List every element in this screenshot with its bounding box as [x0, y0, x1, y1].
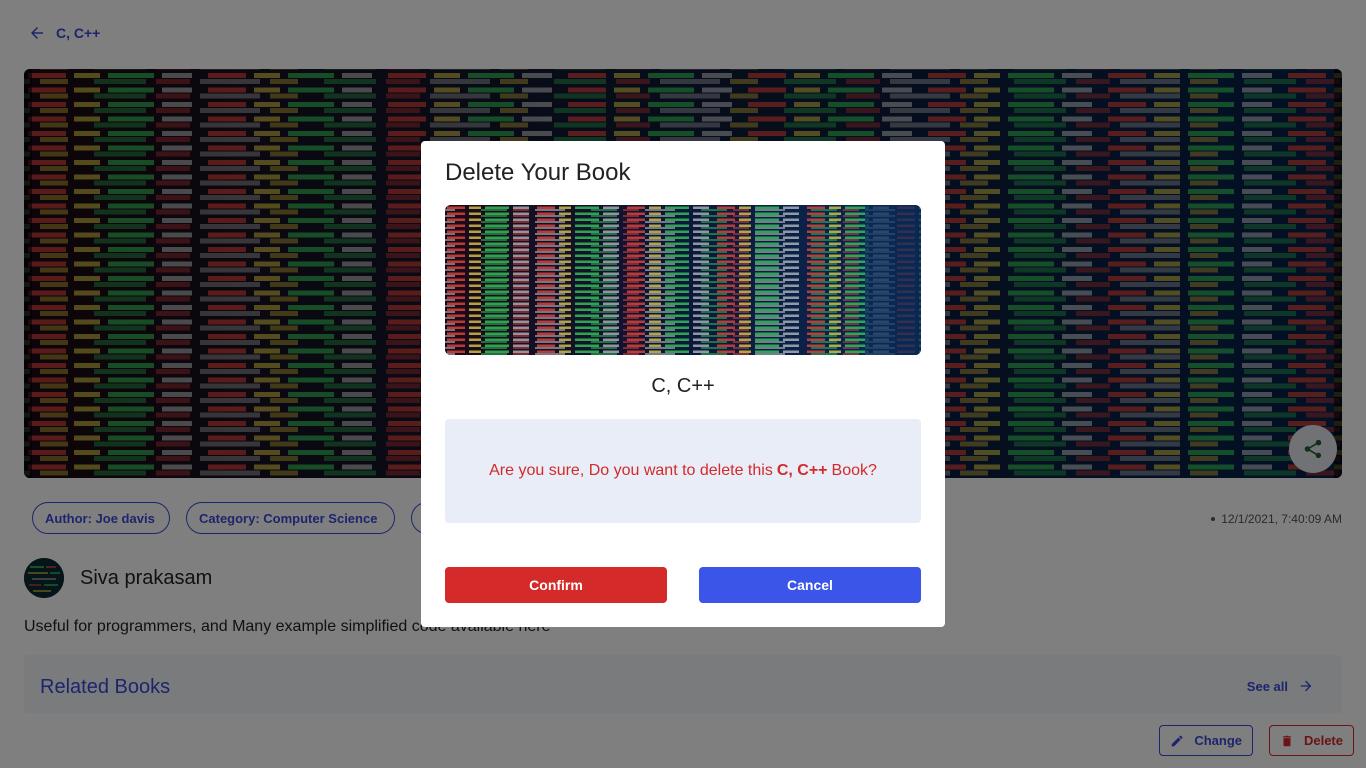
book-detail-page: C, C++	[0, 0, 1366, 768]
dialog-book-title: C, C++	[651, 375, 715, 397]
cancel-button[interactable]: Cancel	[699, 567, 921, 603]
delete-book-dialog: Delete Your Book C, C++ Are you sure, Do…	[421, 141, 945, 627]
dialog-book-image	[445, 205, 921, 355]
dialog-title: Delete Your Book	[445, 159, 631, 186]
delete-confirmation-message: Are you sure, Do you want to delete this…	[445, 419, 921, 523]
confirm-button[interactable]: Confirm	[445, 567, 667, 603]
message-suffix: Book?	[831, 462, 877, 479]
message-book-name: C, C++	[776, 462, 828, 479]
message-prefix: Are you sure, Do you want to delete this	[489, 462, 773, 479]
